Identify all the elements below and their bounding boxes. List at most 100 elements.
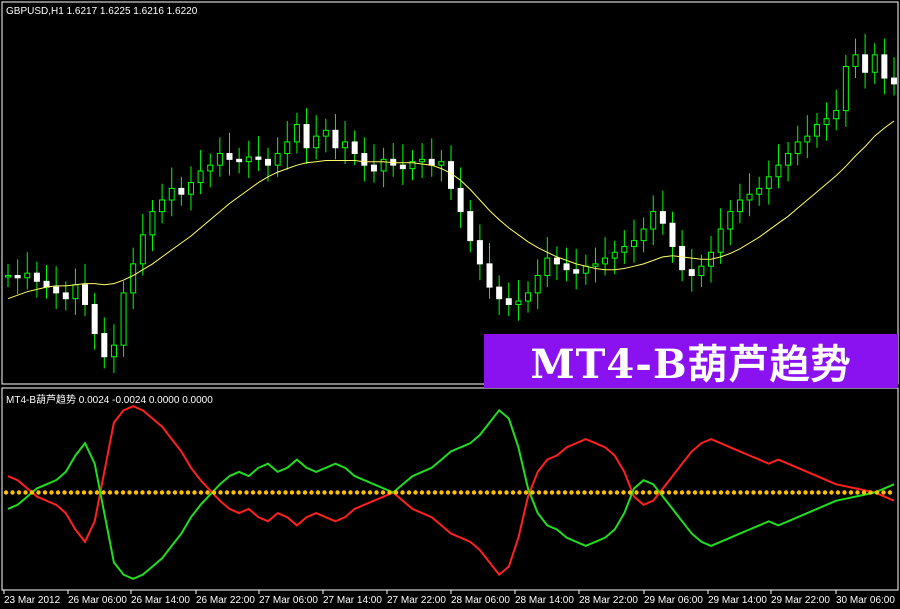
zero-dot [354, 490, 360, 495]
zero-dot [809, 490, 815, 495]
zero-dot [647, 490, 652, 495]
candle-body [496, 286, 503, 300]
zero-dot [757, 490, 763, 495]
zero-dot [335, 490, 340, 495]
zero-dot [348, 490, 353, 495]
zero-dot [107, 490, 113, 495]
zero-dot [562, 490, 568, 495]
zero-dot [380, 490, 386, 495]
zero-dot [887, 490, 893, 495]
candle-body [351, 141, 358, 155]
candle-body [775, 164, 782, 178]
zero-dot [595, 490, 600, 495]
time-label: 30 Mar 06:00 [836, 595, 895, 606]
candle-body [621, 245, 628, 253]
zero-dot [705, 490, 711, 495]
candle-body [53, 286, 60, 294]
zero-dot [465, 490, 470, 495]
candle-body [659, 211, 666, 224]
candle-body [688, 269, 695, 276]
zero-dot [205, 490, 210, 495]
candle-body [139, 234, 146, 265]
zero-dot [608, 490, 613, 495]
candle-body [582, 265, 589, 274]
candle-body [226, 153, 233, 160]
candle-body [178, 187, 185, 195]
candle-body [611, 251, 618, 259]
zero-dot [75, 490, 80, 495]
watermark-text: MT4-B葫芦趋势 [530, 341, 852, 388]
zero-dot [374, 490, 379, 495]
candle-body [717, 228, 724, 253]
zero-dot [634, 490, 639, 495]
zero-dot [452, 490, 457, 495]
zero-dot [276, 490, 282, 495]
zero-dot [400, 490, 405, 495]
candle-body [486, 263, 493, 288]
zero-dot [270, 490, 275, 495]
candle-body [736, 199, 743, 213]
candle-body [159, 199, 166, 213]
zero-dot [94, 490, 100, 495]
zero-dot [367, 490, 373, 495]
candle-body [698, 265, 705, 276]
candle-body [669, 222, 676, 247]
zero-dot [484, 490, 490, 495]
time-label: 29 Mar 06:00 [644, 595, 703, 606]
zero-dot [406, 490, 412, 495]
zero-dot [673, 490, 678, 495]
candle-body [457, 187, 464, 213]
candle-body [419, 158, 426, 163]
candle-body [438, 161, 445, 166]
zero-dot [16, 490, 22, 495]
candle-body [842, 65, 849, 112]
candle-body [785, 153, 792, 166]
candle-body [130, 263, 137, 294]
time-label: 28 Mar 06:00 [451, 595, 510, 606]
symbol-info: GBPUSD,H1 1.6217 1.6225 1.6216 1.6220 [6, 6, 198, 17]
time-label: 23 Mar 2012 [4, 595, 61, 606]
watermark-banner: MT4-B葫芦趋势 [484, 334, 898, 388]
candle-body [794, 141, 801, 155]
zero-dot [764, 490, 769, 495]
zero-dot [842, 490, 847, 495]
candle-body [813, 124, 820, 137]
zero-dot [653, 490, 659, 495]
time-label: 26 Mar 22:00 [196, 595, 255, 606]
zero-dot [725, 490, 730, 495]
candle-body [255, 156, 262, 160]
zero-dot [283, 490, 288, 495]
zero-dot [23, 490, 28, 495]
candle-body [852, 54, 859, 67]
zero-dot [231, 490, 236, 495]
candle-body [370, 164, 377, 172]
time-label: 29 Mar 14:00 [708, 595, 767, 606]
time-label: 26 Mar 14:00 [131, 595, 190, 606]
candle-body [833, 110, 840, 120]
zero-dot [322, 490, 327, 495]
zero-dot [536, 490, 542, 495]
candle-body [274, 153, 281, 166]
zero-dot [439, 490, 444, 495]
zero-dot [88, 490, 93, 495]
candle-body [33, 272, 40, 282]
zero-dot [218, 490, 223, 495]
zero-dot [822, 490, 828, 495]
candle-body [891, 77, 897, 85]
zero-dot [790, 490, 795, 495]
zero-dot [179, 490, 184, 495]
zero-dot [614, 490, 620, 495]
zero-dot [829, 490, 834, 495]
zero-dot [153, 490, 158, 495]
zero-dot [881, 490, 886, 495]
zero-dot [120, 490, 126, 495]
zero-dot [569, 490, 574, 495]
zero-dot [192, 490, 197, 495]
candle-body [871, 54, 878, 73]
candle-body [515, 300, 522, 306]
zero-dot [471, 490, 477, 495]
candle-body [303, 124, 310, 149]
time-label: 27 Mar 06:00 [259, 595, 318, 606]
candle-body [428, 158, 435, 166]
zero-dot [803, 490, 808, 495]
